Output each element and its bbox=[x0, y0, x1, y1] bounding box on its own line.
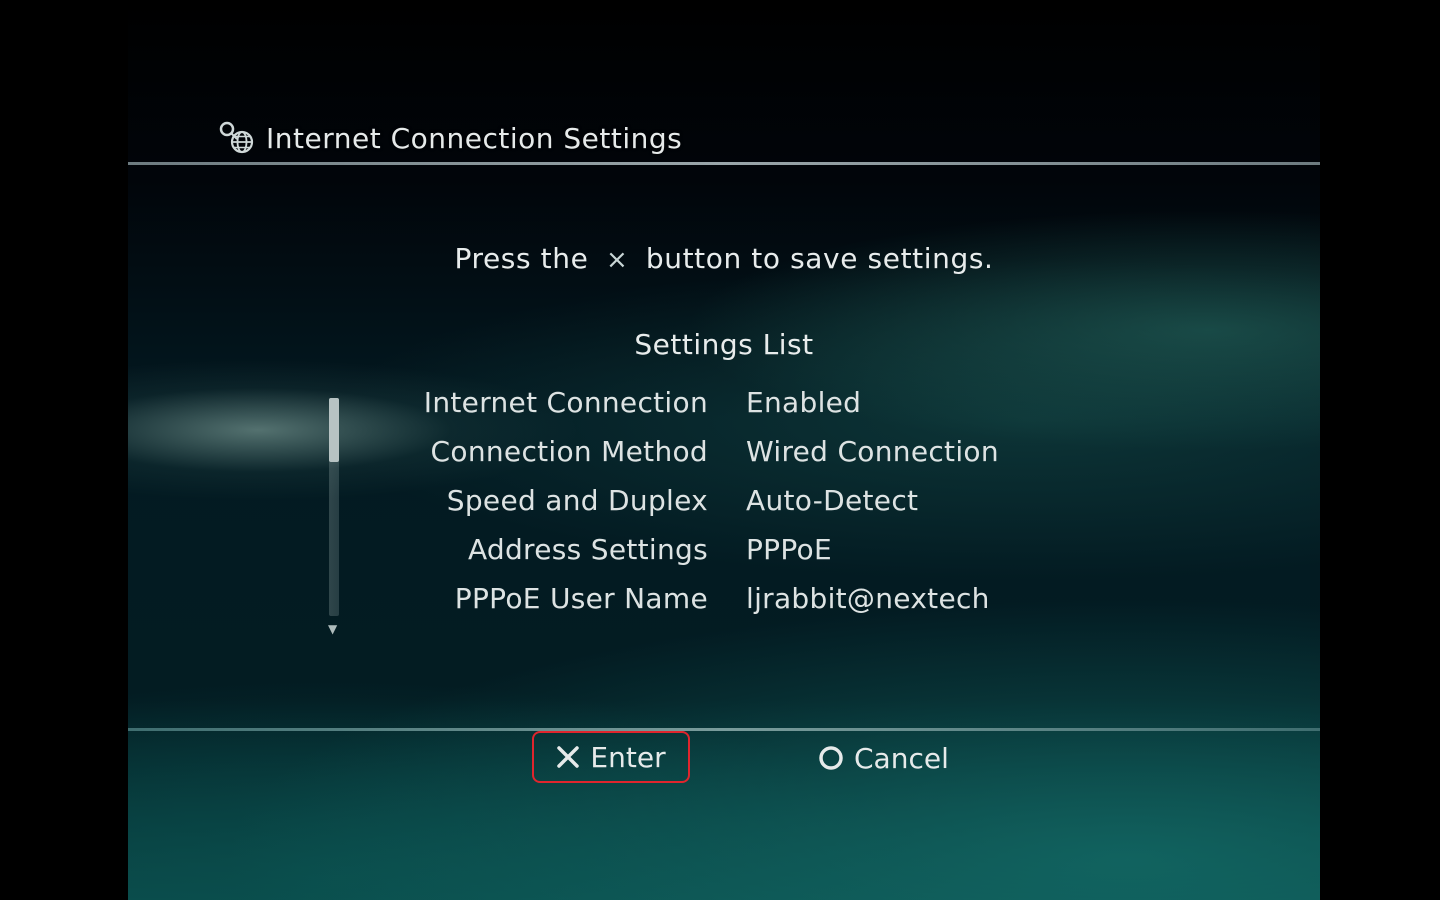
save-instruction: Press the × button to save settings. bbox=[128, 242, 1320, 275]
instruction-text-start: Press the bbox=[454, 242, 589, 275]
cross-button-glyph-icon: × bbox=[605, 245, 629, 275]
circle-button-icon bbox=[818, 745, 844, 771]
setting-value: Wired Connection bbox=[746, 435, 999, 468]
cancel-button[interactable]: Cancel bbox=[818, 738, 949, 778]
page-header: Internet Connection Settings bbox=[218, 118, 682, 158]
setting-value: ljrabbit@nextech bbox=[746, 582, 990, 615]
settings-list-title: Settings List bbox=[634, 328, 814, 361]
setting-label: PPPoE User Name bbox=[454, 582, 708, 615]
enter-button[interactable]: Enter bbox=[532, 731, 690, 783]
settings-row-connection-method: Connection Method Wired Connection bbox=[128, 435, 1320, 484]
setting-value: PPPoE bbox=[746, 533, 832, 566]
instruction-text-end: button to save settings. bbox=[645, 242, 994, 275]
header-divider bbox=[128, 162, 1320, 165]
setting-label: Connection Method bbox=[430, 435, 708, 468]
settings-row-pppoe-user-name: PPPoE User Name ljrabbit@nextech bbox=[128, 582, 1320, 631]
setting-value: Auto-Detect bbox=[746, 484, 919, 517]
footer-divider bbox=[128, 728, 1320, 731]
enter-button-label: Enter bbox=[590, 740, 666, 774]
setting-label: Address Settings bbox=[467, 533, 708, 566]
settings-row-address-settings: Address Settings PPPoE bbox=[128, 533, 1320, 582]
setting-value: Enabled bbox=[746, 386, 862, 419]
settings-screen: Internet Connection Settings Press the ×… bbox=[128, 0, 1320, 900]
setting-label: Internet Connection bbox=[423, 386, 708, 419]
cancel-button-label: Cancel bbox=[854, 741, 949, 775]
cross-button-icon bbox=[556, 745, 580, 769]
page-title: Internet Connection Settings bbox=[266, 121, 683, 155]
setting-label: Speed and Duplex bbox=[446, 484, 708, 517]
settings-list: Internet Connection Enabled Connection M… bbox=[128, 386, 1320, 631]
settings-row-internet-connection: Internet Connection Enabled bbox=[128, 386, 1320, 435]
settings-row-speed-duplex: Speed and Duplex Auto-Detect bbox=[128, 484, 1320, 533]
network-globe-icon bbox=[219, 121, 254, 154]
